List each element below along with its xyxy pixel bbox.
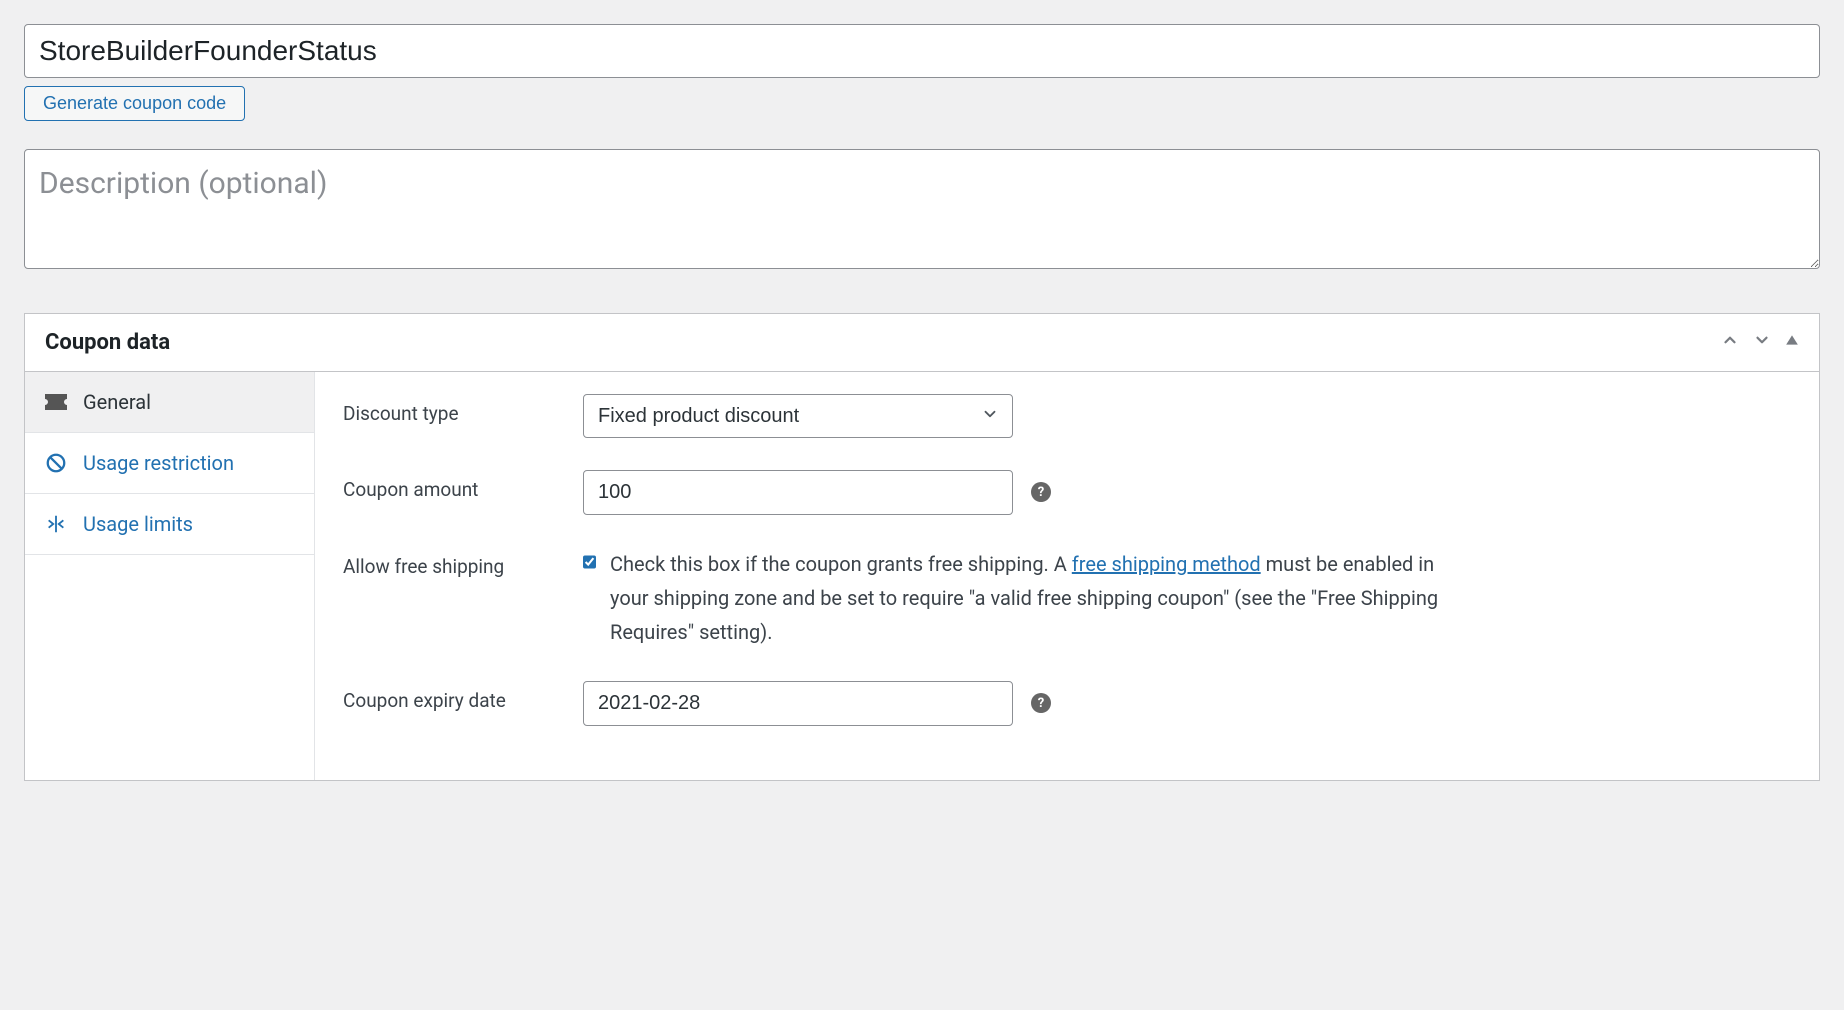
generate-coupon-code-button[interactable]: Generate coupon code (24, 86, 245, 121)
panel-title: Coupon data (45, 330, 170, 355)
coupon-expiry-date-label: Coupon expiry date (343, 681, 583, 712)
panel-move-down-icon[interactable] (1753, 331, 1771, 354)
allow-free-shipping-label: Allow free shipping (343, 547, 583, 578)
panel-controls (1721, 331, 1799, 354)
free-shipping-method-link[interactable]: free shipping method (1072, 552, 1261, 576)
form-area: Discount type Fixed product discount Cou… (315, 372, 1819, 780)
coupon-expiry-date-input[interactable] (583, 681, 1013, 726)
tab-label: Usage restriction (83, 451, 234, 475)
free-shipping-description: Check this box if the coupon grants free… (610, 547, 1463, 649)
discount-type-select[interactable]: Fixed product discount (583, 394, 1013, 438)
coupon-amount-input[interactable] (583, 470, 1013, 515)
help-icon[interactable]: ? (1031, 693, 1051, 713)
tab-usage-restriction[interactable]: Usage restriction (25, 433, 314, 494)
help-icon[interactable]: ? (1031, 482, 1051, 502)
panel-header: Coupon data (25, 314, 1819, 372)
coupon-data-panel: Coupon data General (24, 313, 1820, 781)
tab-usage-limits[interactable]: Usage limits (25, 494, 314, 555)
tab-label: General (83, 390, 151, 414)
arrows-collapse-icon (45, 513, 67, 535)
tabs-sidebar: General Usage restriction Usage limits (25, 372, 315, 780)
allow-free-shipping-checkbox[interactable] (583, 551, 596, 573)
panel-toggle-icon[interactable] (1785, 331, 1799, 354)
discount-type-label: Discount type (343, 394, 583, 425)
panel-body: General Usage restriction Usage limits D… (25, 372, 1819, 780)
tab-label: Usage limits (83, 512, 193, 536)
description-textarea[interactable] (24, 149, 1820, 269)
ban-icon (45, 452, 67, 474)
panel-move-up-icon[interactable] (1721, 331, 1739, 354)
tab-general[interactable]: General (25, 372, 314, 433)
coupon-amount-label: Coupon amount (343, 470, 583, 501)
coupon-title-input[interactable] (24, 24, 1820, 78)
ticket-icon (45, 391, 67, 413)
